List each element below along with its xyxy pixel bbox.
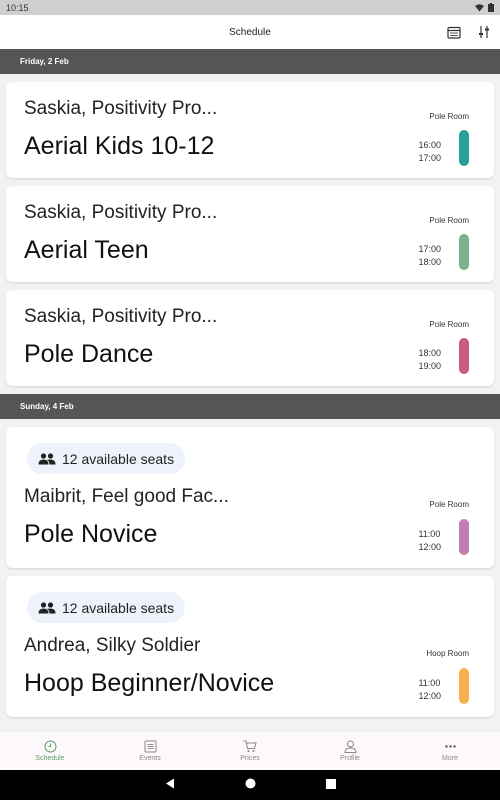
nav-label: Prices xyxy=(240,755,260,762)
nav-label: Events xyxy=(139,755,161,762)
class-end-time: 12:00 xyxy=(418,541,441,552)
class-color-bar xyxy=(459,338,469,374)
class-start-time: 18:00 xyxy=(418,348,441,358)
class-times: 17:00 18:00 xyxy=(418,243,441,268)
app-bar: Schedule xyxy=(0,15,500,49)
nav-profile[interactable]: Profile xyxy=(300,732,400,770)
filter-sliders-icon xyxy=(479,26,489,38)
wifi-icon xyxy=(475,3,484,11)
seats-badge: 12 available seats xyxy=(27,443,186,474)
class-card[interactable]: 12 available seats Andrea, Silky Soldier… xyxy=(6,576,494,717)
class-times: 11:00 12:00 xyxy=(418,528,441,553)
class-teacher: Maibrit, Feel good Fac... xyxy=(24,486,229,507)
class-card[interactable]: Saskia, Positivity Pro... Aerial Teen Po… xyxy=(6,186,494,282)
calendar-button[interactable] xyxy=(446,24,462,40)
schedule-list[interactable]: Friday, 2 Feb Saskia, Positivity Pro... … xyxy=(0,49,500,731)
class-start-time: 17:00 xyxy=(418,244,441,254)
home-button[interactable] xyxy=(245,776,256,794)
home-circle-icon xyxy=(245,778,255,789)
recents-button[interactable] xyxy=(325,776,336,794)
status-icons xyxy=(475,3,494,12)
class-color-bar xyxy=(459,234,469,270)
class-room: Pole Room xyxy=(429,320,469,329)
date-header: Friday, 2 Feb xyxy=(0,49,500,74)
filter-button[interactable] xyxy=(476,24,492,40)
nav-more[interactable]: More xyxy=(400,732,500,770)
nav-label: Profile xyxy=(340,755,360,762)
class-start-time: 11:00 xyxy=(418,678,441,688)
seats-label: 12 available seats xyxy=(62,450,175,467)
class-end-time: 19:00 xyxy=(418,360,441,371)
battery-icon xyxy=(488,3,494,12)
class-end-time: 17:00 xyxy=(418,152,441,163)
nav-label: More xyxy=(442,755,458,762)
seats-badge: 12 available seats xyxy=(27,592,186,623)
class-times: 18:00 19:00 xyxy=(418,347,441,372)
clock-icon xyxy=(44,740,56,753)
nav-label: Schedule xyxy=(35,755,65,762)
class-card[interactable]: Saskia, Positivity Pro... Aerial Kids 10… xyxy=(6,82,494,178)
class-teacher: Saskia, Positivity Pro... xyxy=(24,98,218,119)
class-teacher: Saskia, Positivity Pro... xyxy=(24,306,218,327)
calendar-list-icon xyxy=(144,740,156,753)
nav-schedule[interactable]: Schedule xyxy=(0,732,100,770)
calendar-icon xyxy=(447,26,461,39)
class-name: Aerial Kids 10-12 xyxy=(24,132,215,160)
class-name: Pole Novice xyxy=(24,520,158,548)
class-start-time: 16:00 xyxy=(418,140,441,150)
class-color-bar xyxy=(459,130,469,166)
class-room: Pole Room xyxy=(429,500,469,509)
class-name: Hoop Beginner/Novice xyxy=(24,669,275,697)
nav-events[interactable]: Events xyxy=(100,732,200,770)
people-icon xyxy=(38,601,56,613)
bottom-navigation: Schedule Events Prices Profile More xyxy=(0,731,500,770)
class-end-time: 12:00 xyxy=(418,690,441,701)
page-title: Schedule xyxy=(229,26,271,38)
status-bar: 10:15 xyxy=(0,0,500,15)
status-time: 10:15 xyxy=(6,2,29,13)
system-navigation-bar xyxy=(0,770,500,800)
seats-label: 12 available seats xyxy=(62,599,175,616)
class-times: 16:00 17:00 xyxy=(418,139,441,164)
class-times: 11:00 12:00 xyxy=(418,677,441,702)
back-button[interactable] xyxy=(165,776,175,794)
person-icon xyxy=(343,740,357,753)
class-card[interactable]: 12 available seats Maibrit, Feel good Fa… xyxy=(6,427,494,568)
class-name: Aerial Teen xyxy=(24,236,149,264)
back-triangle-icon xyxy=(165,778,174,789)
cart-icon xyxy=(243,740,257,752)
class-start-time: 11:00 xyxy=(418,529,441,539)
class-room: Hoop Room xyxy=(426,649,469,658)
people-icon xyxy=(38,452,56,464)
nav-prices[interactable]: Prices xyxy=(200,732,300,770)
class-teacher: Andrea, Silky Soldier xyxy=(24,635,201,656)
more-dots-icon xyxy=(444,745,456,748)
class-end-time: 18:00 xyxy=(418,256,441,267)
class-room: Pole Room xyxy=(429,112,469,121)
class-room: Pole Room xyxy=(429,216,469,225)
date-header: Sunday, 4 Feb xyxy=(0,394,500,419)
class-teacher: Saskia, Positivity Pro... xyxy=(24,202,218,223)
class-card[interactable]: Saskia, Positivity Pro... Pole Dance Pol… xyxy=(6,290,494,386)
class-color-bar xyxy=(459,668,469,704)
class-name: Pole Dance xyxy=(24,340,154,368)
class-color-bar xyxy=(459,519,469,555)
recents-square-icon xyxy=(325,779,336,789)
